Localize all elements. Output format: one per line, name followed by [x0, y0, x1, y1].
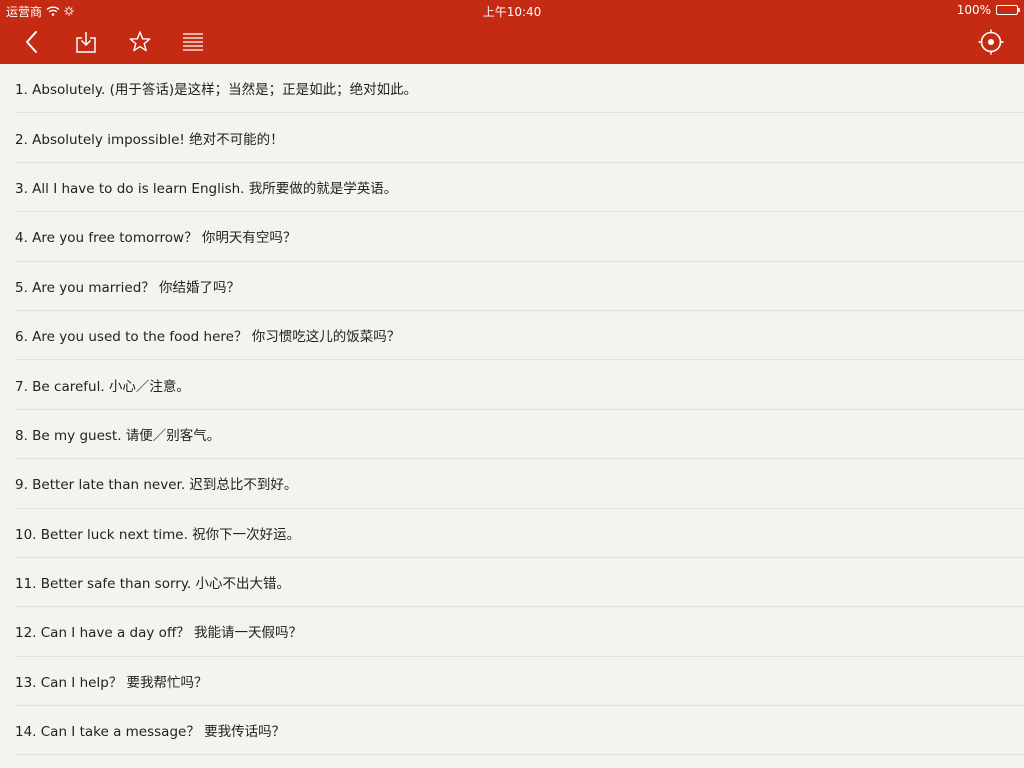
- list-item[interactable]: 14. Can I take a message？ 要我传话吗？: [15, 706, 1024, 756]
- status-bar: 运营商 上午10:40 100%: [0, 0, 1024, 20]
- list-item[interactable]: 6. Are you used to the food here？ 你习惯吃这儿…: [15, 311, 1024, 361]
- list-item-text: 2. Absolutely impossible! 绝对不可能的！: [15, 131, 284, 148]
- download-button[interactable]: [70, 26, 102, 58]
- list-item-text: 8. Be my guest. 请便／别客气。: [15, 427, 221, 444]
- list-item-text: 7. Be careful. 小心／注意。: [15, 378, 190, 395]
- list-item[interactable]: 12. Can I have a day off？ 我能请一天假吗？: [15, 607, 1024, 657]
- phrase-list: 1. Absolutely. (用于答话)是这样；当然是；正是如此；绝对如此。 …: [0, 64, 1024, 756]
- status-time: 上午10:40: [482, 5, 542, 19]
- list-item[interactable]: 7. Be careful. 小心／注意。: [15, 360, 1024, 410]
- list-item-text: 11. Better safe than sorry. 小心不出大错。: [15, 576, 290, 593]
- locate-button[interactable]: [975, 26, 1007, 58]
- list-item[interactable]: 8. Be my guest. 请便／别客气。: [15, 410, 1024, 460]
- list-item-text: 12. Can I have a day off？ 我能请一天假吗？: [15, 625, 303, 642]
- list-icon: [182, 32, 204, 52]
- star-icon: [128, 30, 152, 54]
- list-item[interactable]: 10. Better luck next time. 祝你下一次好运。: [15, 509, 1024, 558]
- list-item-text: 1. Absolutely. (用于答话)是这样；当然是；正是如此；绝对如此。: [15, 82, 418, 99]
- list-button[interactable]: [177, 26, 209, 58]
- list-item[interactable]: 5. Are you married？ 你结婚了吗？: [15, 262, 1024, 311]
- download-icon: [75, 30, 97, 54]
- battery-group: 100%: [956, 3, 1020, 17]
- list-item[interactable]: 13. Can I help？ 要我帮忙吗？: [15, 657, 1024, 707]
- list-item-text: 13. Can I help？ 要我帮忙吗？: [15, 674, 208, 691]
- list-item-text: 10. Better luck next time. 祝你下一次好运。: [15, 526, 301, 543]
- list-item-text: 5. Are you married？ 你结婚了吗？: [15, 279, 241, 296]
- list-item[interactable]: 3. All I have to do is learn English. 我所…: [15, 163, 1024, 213]
- target-icon: [978, 29, 1004, 55]
- toolbar: [0, 20, 1024, 64]
- battery-percent: 100%: [956, 3, 991, 17]
- list-item-text: 14. Can I take a message？ 要我传话吗？: [15, 724, 286, 741]
- list-item[interactable]: 1. Absolutely. (用于答话)是这样；当然是；正是如此；绝对如此。: [15, 64, 1024, 114]
- battery-icon: [996, 5, 1020, 15]
- back-button[interactable]: [16, 26, 48, 58]
- list-item[interactable]: 9. Better late than never. 迟到总比不到好。: [15, 459, 1024, 509]
- list-item-text: 9. Better late than never. 迟到总比不到好。: [15, 477, 298, 494]
- list-item[interactable]: 4. Are you free tomorrow？ 你明天有空吗？: [15, 212, 1024, 262]
- list-item[interactable]: 2. Absolutely impossible! 绝对不可能的！: [15, 113, 1024, 163]
- list-item-text: 4. Are you free tomorrow？ 你明天有空吗？: [15, 230, 297, 247]
- chevron-left-icon: [24, 30, 40, 54]
- list-item-text: 3. All I have to do is learn English. 我所…: [15, 180, 398, 197]
- list-item[interactable]: 11. Better safe than sorry. 小心不出大错。: [15, 558, 1024, 608]
- list-item-text: 6. Are you used to the food here？ 你习惯吃这儿…: [15, 329, 401, 346]
- favorite-button[interactable]: [124, 26, 156, 58]
